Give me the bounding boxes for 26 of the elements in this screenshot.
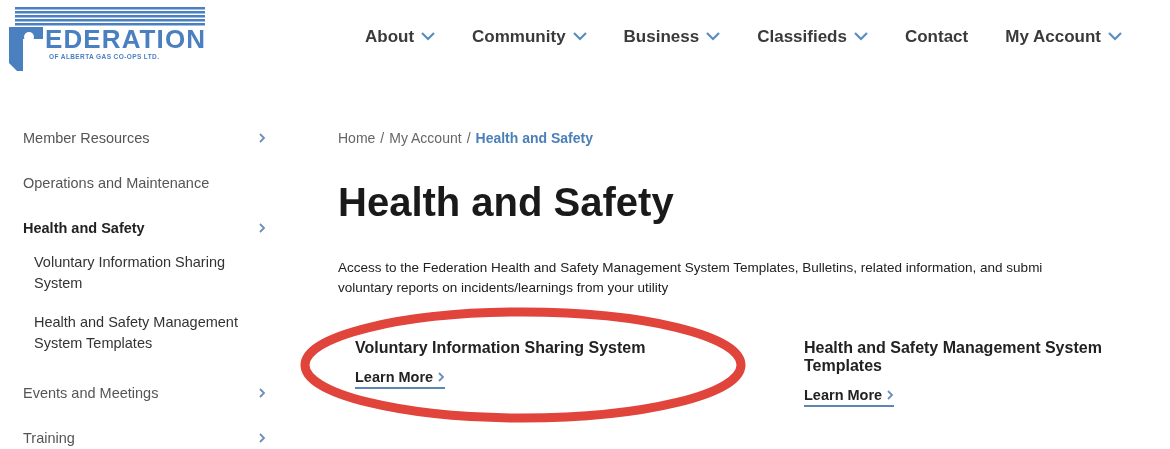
learn-more-link[interactable]: Learn More: [355, 369, 446, 389]
sidebar-item[interactable]: Health and Safety: [23, 213, 266, 243]
sidebar-subitem[interactable]: Voluntary Information Sharing System: [23, 252, 264, 294]
learn-more-link[interactable]: Learn More: [804, 387, 895, 407]
nav-link[interactable]: About: [365, 26, 436, 47]
breadcrumb-link[interactable]: Health and Safety: [475, 130, 593, 146]
breadcrumb-separator: /: [380, 130, 385, 146]
nav-link[interactable]: Contact: [904, 26, 969, 47]
chevron-right-icon: [887, 390, 895, 400]
card-title: Voluntary Information Sharing System: [355, 339, 647, 357]
sidebar-item[interactable]: Member Resources: [23, 123, 266, 153]
card-title: Health and Safety Management System Templates: [804, 339, 1103, 375]
breadcrumb-separator: /: [466, 130, 471, 146]
nav-link[interactable]: My Account: [1005, 26, 1122, 47]
breadcrumb-link[interactable]: Home: [338, 130, 376, 146]
page-title: Health and Safety: [338, 180, 675, 225]
sidebar-item[interactable]: Events and Meetings: [23, 378, 266, 408]
nav-link[interactable]: Business: [623, 26, 721, 47]
page-description: Access to the Federation Health and Safety Management System Templates, Bulletins, related information, and submi voluntary reports on incidents/learnings from your utility: [338, 259, 1044, 297]
chevron-right-icon: [438, 372, 446, 382]
sidebar-item[interactable]: Training: [23, 423, 266, 449]
nav-link[interactable]: Classifieds: [757, 26, 868, 47]
sidebar-item[interactable]: Operations and Maintenance: [23, 168, 266, 198]
sidebar-subitem[interactable]: Health and Safety Management System Templates: [23, 312, 264, 354]
breadcrumb-link[interactable]: My Account: [389, 130, 462, 146]
nav-link[interactable]: Community: [472, 26, 587, 47]
